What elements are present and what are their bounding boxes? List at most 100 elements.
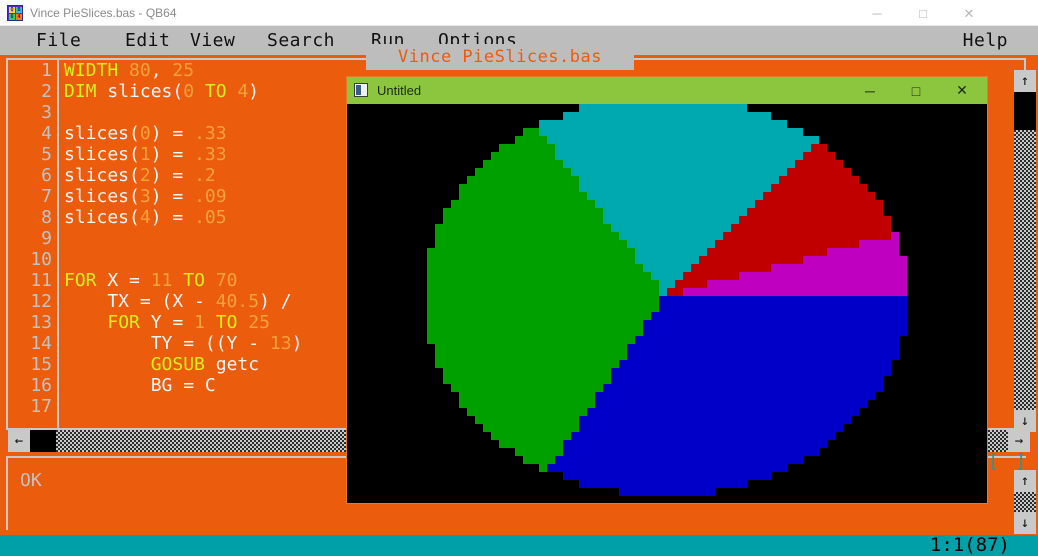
output-close-icon[interactable]: ✕ <box>939 77 985 104</box>
scroll-up-icon-2[interactable]: ↑ <box>1014 470 1036 492</box>
pie-slice-cell <box>563 168 571 176</box>
scroll-down-icon[interactable]: ↓ <box>1014 410 1036 432</box>
minimize-icon[interactable]: ─ <box>854 0 900 26</box>
pie-slice-cell <box>827 304 835 312</box>
pie-slice-cell <box>843 368 851 376</box>
menu-item-view[interactable]: View <box>190 26 235 55</box>
pie-slice-cell <box>763 256 771 264</box>
program-output-window[interactable]: Untitled ─ □ ✕ <box>346 76 988 504</box>
pie-slice-cell <box>723 200 731 208</box>
pie-slice-cell <box>459 360 467 368</box>
pie-slice-cell <box>859 224 867 232</box>
pie-slice-cell <box>779 400 787 408</box>
pie-slice-cell <box>635 488 643 496</box>
pie-slice-cell <box>763 264 771 272</box>
pie-slice-cell <box>563 320 571 328</box>
pie-slice-cell <box>691 272 699 280</box>
pie-slice-cell <box>531 384 539 392</box>
pie-slice-cell <box>715 208 723 216</box>
editor-vertical-scrollbar[interactable]: ↑ ↓ <box>1014 70 1036 432</box>
pie-slice-cell <box>491 280 499 288</box>
pie-slice-cell <box>435 240 443 248</box>
pie-slice-cell <box>667 376 675 384</box>
pie-slice-cell <box>451 264 459 272</box>
scroll-left-icon[interactable]: ← <box>8 430 30 452</box>
pie-slice-cell <box>811 208 819 216</box>
pie-slice-cell <box>699 440 707 448</box>
pie-slice-cell <box>835 176 843 184</box>
editor-file-tab[interactable]: Vince PieSlices.bas <box>366 44 634 70</box>
pie-slice-cell <box>699 272 707 280</box>
pie-slice-cell <box>763 280 771 288</box>
pie-slice-cell <box>443 256 451 264</box>
pie-slice-cell <box>611 192 619 200</box>
pie-slice-cell <box>555 312 563 320</box>
pie-slice-cell <box>755 288 763 296</box>
pie-slice-cell <box>659 264 667 272</box>
pie-slice-cell <box>715 376 723 384</box>
pie-slice-cell <box>459 288 467 296</box>
pie-slice-cell <box>699 288 707 296</box>
pie-slice-cell <box>571 152 579 160</box>
scroll-up-icon[interactable]: ↑ <box>1014 70 1036 92</box>
immediate-vertical-scrollbar[interactable]: ↑ ↓ <box>1014 470 1036 534</box>
pie-slice-cell <box>683 432 691 440</box>
pie-slice-cell <box>771 304 779 312</box>
pie-slice-cell <box>475 336 483 344</box>
pie-slice-cell <box>731 144 739 152</box>
pie-slice-cell <box>627 304 635 312</box>
pie-slice-cell <box>555 384 563 392</box>
menu-item-help[interactable]: Help <box>963 26 1008 55</box>
pie-slice-cell <box>787 192 795 200</box>
hscroll-thumb[interactable] <box>30 430 56 452</box>
pie-slice-cell <box>755 400 763 408</box>
pie-slice-cell <box>747 384 755 392</box>
pie-slice-cell <box>571 184 579 192</box>
vscroll-thumb[interactable] <box>1014 92 1036 130</box>
maximize-icon[interactable]: □ <box>900 0 946 26</box>
vscroll2-track[interactable] <box>1014 492 1036 512</box>
pie-slice-cell <box>475 328 483 336</box>
pie-slice-cell <box>499 168 507 176</box>
menu-item-file[interactable]: File <box>36 26 81 55</box>
pie-slice-cell <box>787 176 795 184</box>
pie-slice-cell <box>507 304 515 312</box>
pie-slice-cell <box>715 296 723 304</box>
output-minimize-icon[interactable]: ─ <box>847 77 893 104</box>
pie-slice-cell <box>763 416 771 424</box>
pie-slice-cell <box>619 360 627 368</box>
pie-slice-cell <box>635 384 643 392</box>
pie-slice-cell <box>587 296 595 304</box>
pie-slice-cell <box>763 456 771 464</box>
pie-slice-cell <box>579 120 587 128</box>
pie-slice-cell <box>427 272 435 280</box>
output-maximize-icon[interactable]: □ <box>893 77 939 104</box>
scroll-down-icon-2[interactable]: ↓ <box>1014 512 1036 534</box>
pie-slice-cell <box>611 384 619 392</box>
scroll-right-icon[interactable]: → <box>1008 430 1030 452</box>
pie-slice-cell <box>731 320 739 328</box>
pie-slice-cell <box>531 296 539 304</box>
pie-slice-cell <box>579 344 587 352</box>
pie-slice-cell <box>707 440 715 448</box>
pie-slice-cell <box>635 400 643 408</box>
pie-slice-cell <box>595 376 603 384</box>
output-window-titlebar[interactable]: Untitled ─ □ ✕ <box>347 77 987 104</box>
pie-slice-cell <box>467 216 475 224</box>
pie-slice-cell <box>739 120 747 128</box>
close-icon[interactable]: ✕ <box>946 0 992 26</box>
pie-slice-cell <box>867 288 875 296</box>
menu-item-edit[interactable]: Edit <box>125 26 170 55</box>
pie-slice-cell <box>819 312 827 320</box>
pie-slice-cell <box>499 176 507 184</box>
pie-slice-cell <box>483 376 491 384</box>
menu-item-search[interactable]: Search <box>267 26 335 55</box>
vscroll-track[interactable] <box>1014 92 1036 410</box>
pie-slice-cell <box>539 416 547 424</box>
pie-slice-cell <box>467 288 475 296</box>
pie-slice-cell <box>619 376 627 384</box>
pie-slice-cell <box>475 320 483 328</box>
pie-slice-cell <box>587 392 595 400</box>
pie-slice-cell <box>515 200 523 208</box>
pie-slice-cell <box>835 184 843 192</box>
